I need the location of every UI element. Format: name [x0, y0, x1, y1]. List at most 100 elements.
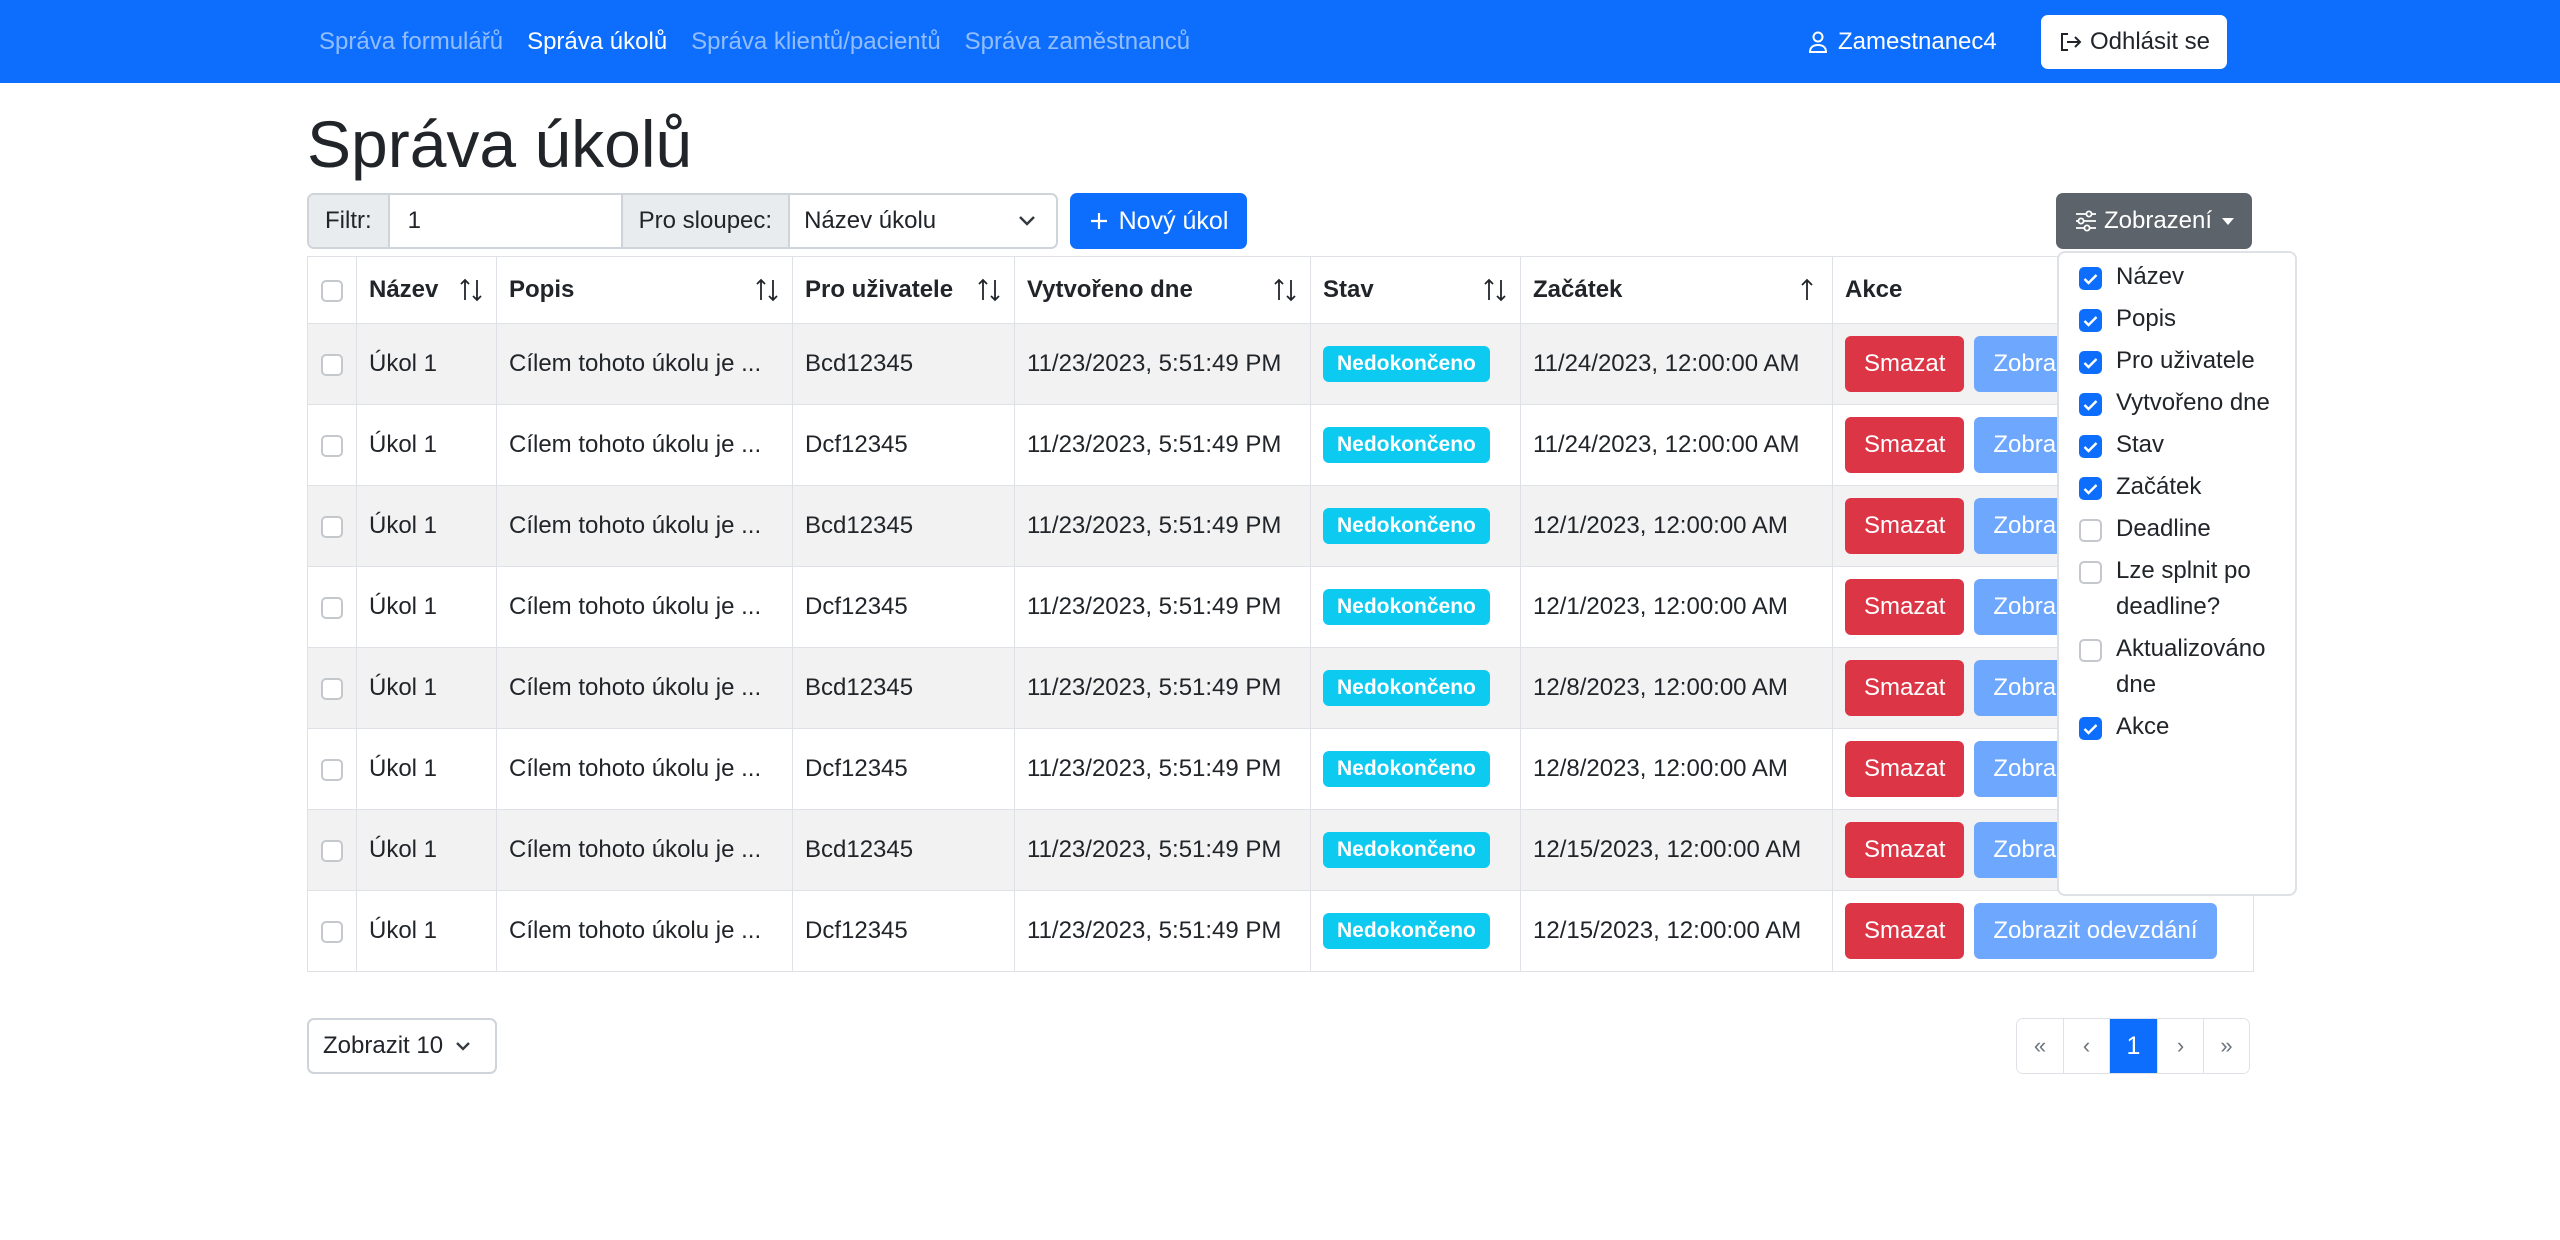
row-select-cell — [307, 485, 357, 567]
new-task-button[interactable]: Nový úkol — [1070, 193, 1247, 249]
task-created: 11/23/2023, 5:51:49 PM — [1014, 647, 1311, 729]
check-icon — [2083, 723, 2098, 735]
row-checkbox[interactable] — [321, 758, 343, 781]
task-status-cell: Nedokončeno — [1310, 809, 1521, 891]
row-checkbox[interactable] — [321, 596, 343, 619]
task-user: Dcf12345 — [792, 890, 1015, 972]
column-toggle-item[interactable]: Deadline — [2059, 515, 2295, 547]
column-toggle-item[interactable]: Akce — [2059, 713, 2295, 745]
nav-link-forms[interactable]: Správa formulářů — [319, 28, 503, 56]
table-header-row: Název Popis Pro uživatele Vytvořeno dne … — [307, 256, 2254, 324]
page-size-select[interactable]: Zobrazit 10 — [307, 1018, 497, 1074]
task-start: 12/1/2023, 12:00:00 AM — [1520, 485, 1833, 567]
page-next[interactable]: › — [2157, 1019, 2203, 1073]
row-checkbox[interactable] — [321, 515, 343, 538]
delete-button[interactable]: Smazat — [1845, 417, 1965, 473]
column-toggle-item[interactable]: Začátek — [2059, 473, 2295, 505]
header-user[interactable]: Pro uživatele — [792, 256, 1015, 324]
column-toggle-item[interactable]: Pro uživatele — [2059, 347, 2295, 379]
task-description: Cílem tohoto úkolu je ... — [496, 647, 793, 729]
header-user-label: Pro uživatele — [805, 276, 954, 303]
column-toggle-checkbox[interactable] — [2079, 717, 2102, 740]
nav-link-clients[interactable]: Správa klientů/pacientů — [691, 28, 941, 56]
status-badge: Nedokončeno — [1323, 427, 1490, 463]
column-toggle-checkbox[interactable] — [2079, 519, 2102, 542]
column-toggle-item[interactable]: Popis — [2059, 305, 2295, 337]
new-task-label: Nový úkol — [1118, 206, 1229, 235]
page-prev[interactable]: ‹ — [2063, 1019, 2109, 1073]
column-toggle-checkbox[interactable] — [2079, 393, 2102, 416]
sliders-icon — [2075, 210, 2096, 232]
delete-button[interactable]: Smazat — [1845, 498, 1965, 554]
delete-button[interactable]: Smazat — [1845, 579, 1965, 635]
column-visibility-menu: Název Popis Pro uživatele Vytvořeno dne … — [2057, 251, 2297, 896]
task-description: Cílem tohoto úkolu je ... — [496, 404, 793, 486]
table-row: Úkol 1 Cílem tohoto úkolu je ... Bcd1234… — [307, 485, 2254, 567]
column-toggle-checkbox[interactable] — [2079, 309, 2102, 332]
column-toggle-label: Vytvořeno dne — [2116, 389, 2270, 416]
task-name: Úkol 1 — [356, 890, 497, 972]
sort-icon — [978, 278, 1000, 302]
header-status[interactable]: Stav — [1310, 256, 1521, 324]
status-badge: Nedokončeno — [1323, 670, 1490, 706]
column-toggle-item[interactable]: Lze splnit po deadline? — [2059, 557, 2295, 625]
check-icon — [2083, 399, 2098, 411]
column-toggle-item[interactable]: Aktualizováno dne — [2059, 635, 2295, 703]
row-checkbox[interactable] — [321, 353, 343, 376]
sort-icon — [1274, 278, 1296, 302]
page-current[interactable]: 1 — [2109, 1019, 2157, 1073]
page-first[interactable]: « — [2017, 1019, 2063, 1073]
select-all-checkbox[interactable] — [321, 279, 343, 302]
person-icon — [1808, 31, 1828, 53]
delete-button[interactable]: Smazat — [1845, 660, 1965, 716]
delete-button[interactable]: Smazat — [1845, 336, 1965, 392]
task-created: 11/23/2023, 5:51:49 PM — [1014, 809, 1311, 891]
nav-user[interactable]: Zamestnanec4 — [1808, 0, 1997, 83]
view-columns-button[interactable]: Zobrazení — [2056, 193, 2252, 249]
row-checkbox[interactable] — [321, 677, 343, 700]
column-toggle-checkbox[interactable] — [2079, 639, 2102, 662]
nav-user-name: Zamestnanec4 — [1838, 27, 1997, 55]
task-description: Cílem tohoto úkolu je ... — [496, 809, 793, 891]
task-name: Úkol 1 — [356, 323, 497, 405]
delete-button[interactable]: Smazat — [1845, 822, 1965, 878]
column-toggle-checkbox[interactable] — [2079, 267, 2102, 290]
row-checkbox[interactable] — [321, 839, 343, 862]
status-badge: Nedokončeno — [1323, 751, 1490, 787]
nav-link-tasks[interactable]: Správa úkolů — [527, 28, 667, 56]
column-toggle-checkbox[interactable] — [2079, 477, 2102, 500]
header-description[interactable]: Popis — [496, 256, 793, 324]
table-row: Úkol 1 Cílem tohoto úkolu je ... Dcf1234… — [307, 404, 2254, 486]
task-description: Cílem tohoto úkolu je ... — [496, 485, 793, 567]
column-select[interactable]: Název úkolu — [790, 195, 1057, 247]
nav-link-employees[interactable]: Správa zaměstnanců — [965, 28, 1190, 56]
show-submissions-button[interactable]: Zobrazit odevzdání — [1974, 903, 2217, 959]
header-name[interactable]: Název — [356, 256, 497, 324]
column-toggle-label: Název — [2116, 263, 2185, 290]
column-toggle-item[interactable]: Název — [2059, 263, 2295, 295]
header-created[interactable]: Vytvořeno dne — [1014, 256, 1311, 324]
delete-button[interactable]: Smazat — [1845, 741, 1965, 797]
page-title: Správa úkolů — [307, 107, 693, 181]
check-icon — [2083, 441, 2098, 453]
column-select-value: Název úkolu — [804, 207, 937, 234]
logout-label: Odhlásit se — [2089, 28, 2211, 55]
row-checkbox[interactable] — [321, 434, 343, 457]
filter-input[interactable]: 1 — [387, 195, 623, 247]
task-name: Úkol 1 — [356, 404, 497, 486]
task-status-cell: Nedokončeno — [1310, 404, 1521, 486]
task-created: 11/23/2023, 5:51:49 PM — [1014, 404, 1311, 486]
top-navbar: Správa formulářů Správa úkolů Správa kli… — [0, 0, 2560, 83]
logout-button[interactable]: Odhlásit se — [2041, 15, 2227, 69]
column-toggle-item[interactable]: Stav — [2059, 431, 2295, 463]
column-toggle-checkbox[interactable] — [2079, 351, 2102, 374]
row-checkbox[interactable] — [321, 920, 343, 943]
column-toggle-checkbox[interactable] — [2079, 435, 2102, 458]
header-start[interactable]: Začátek — [1520, 256, 1833, 324]
page-last[interactable]: » — [2203, 1019, 2249, 1073]
column-toggle-checkbox[interactable] — [2079, 561, 2102, 584]
column-toggle-item[interactable]: Vytvořeno dne — [2059, 389, 2295, 421]
sort-icon — [756, 278, 778, 302]
filter-group: Filtr: 1 Pro sloupec: Název úkolu — [307, 193, 1059, 249]
delete-button[interactable]: Smazat — [1845, 903, 1965, 959]
